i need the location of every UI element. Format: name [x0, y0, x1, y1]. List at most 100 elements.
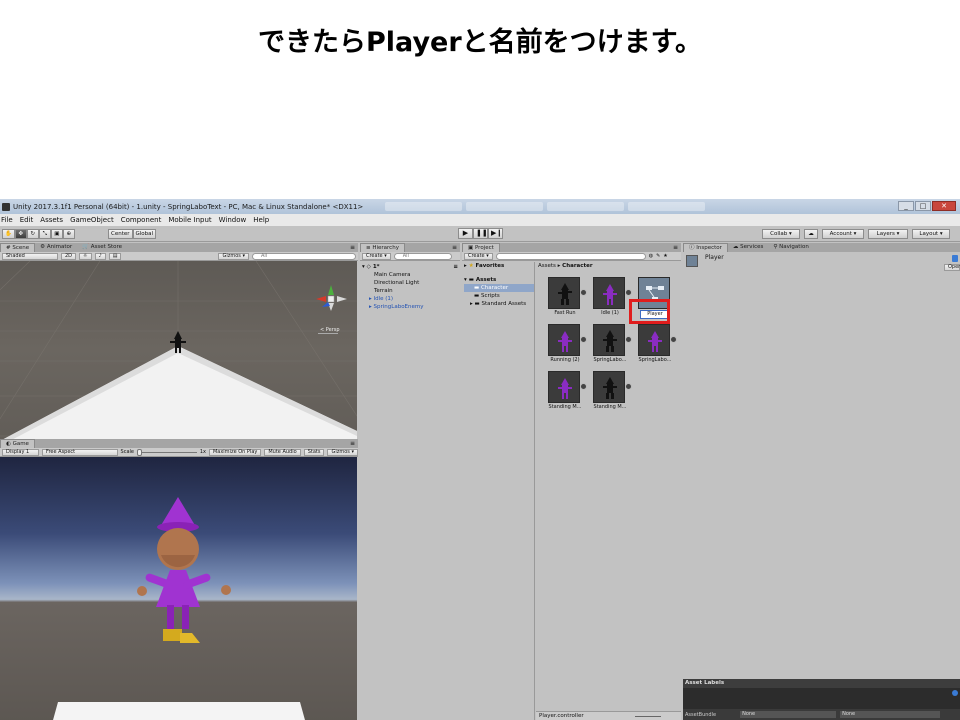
hierarchy-search-input[interactable]: All: [393, 252, 452, 260]
shading-dropdown[interactable]: Shaded: [2, 252, 58, 260]
help-book-icon[interactable]: [952, 255, 958, 262]
breadcrumb-assets[interactable]: Assets: [538, 263, 556, 269]
favorite-icon[interactable]: ★: [663, 253, 667, 259]
menu-window[interactable]: Window: [219, 216, 247, 224]
assets-folder[interactable]: ▾ ▬ Assets: [464, 276, 534, 284]
asset-fast-run[interactable]: Fast Run: [548, 277, 587, 316]
game-menu-icon[interactable]: ≡: [350, 439, 358, 448]
project-tree: ▸ ★ Favorites ▾ ▬ Assets ▬ Character ▬ S…: [462, 262, 535, 720]
project-create-button[interactable]: Create ▾: [464, 252, 493, 260]
tab-inspector[interactable]: ⓘ Inspector: [683, 243, 728, 252]
asset-idle-1[interactable]: Idle (1): [593, 277, 632, 316]
scene-root-row[interactable]: ▾ ◇ 1* ≡: [362, 263, 458, 271]
filter-label-icon[interactable]: ✎: [656, 253, 660, 259]
minimize-button[interactable]: _: [898, 201, 914, 211]
persp-label[interactable]: < Persp: [320, 327, 340, 333]
rect-tool-icon[interactable]: ▣: [50, 229, 63, 239]
mute-audio-toggle[interactable]: Mute Audio: [264, 448, 301, 456]
pivot-global-button[interactable]: Global: [132, 229, 157, 239]
menu-mobile-input[interactable]: Mobile Input: [168, 216, 211, 224]
breadcrumb-character[interactable]: Character: [562, 263, 592, 269]
game-gizmos-dropdown[interactable]: Gizmos ▾: [327, 448, 358, 456]
hierarchy-toolbar: Create ▾ All: [360, 252, 460, 261]
right-toolbar: Collab ▾ ☁ Account ▾ Layers ▾ Layout ▾: [762, 229, 950, 239]
cloud-icon[interactable]: ☁: [804, 229, 818, 239]
hand-tool-icon[interactable]: ✋: [2, 229, 15, 239]
scale-tool-icon[interactable]: ⤡: [38, 229, 51, 239]
audio-toggle-icon[interactable]: ♪: [94, 252, 106, 260]
menu-gameobject[interactable]: GameObject: [70, 216, 114, 224]
tab-project[interactable]: ▣ Project: [462, 243, 500, 252]
play-icon[interactable]: ▶: [458, 228, 473, 239]
display-dropdown[interactable]: Display 1: [2, 448, 39, 456]
menu-file[interactable]: File: [1, 216, 13, 224]
account-button[interactable]: Account ▾: [822, 229, 864, 239]
step-icon[interactable]: ▶❙: [488, 228, 503, 239]
hierarchy-item[interactable]: Terrain: [362, 287, 458, 295]
pivot-center-button[interactable]: Center: [108, 229, 133, 239]
tab-services[interactable]: ☁ Services: [728, 243, 768, 252]
rotate-tool-icon[interactable]: ↻: [26, 229, 39, 239]
tree-folder-scripts[interactable]: ▬ Scripts: [464, 292, 534, 300]
hierarchy-menu-icon[interactable]: ≡: [452, 243, 460, 252]
project-search-input[interactable]: [495, 252, 646, 260]
character-figure: [137, 497, 231, 643]
close-button[interactable]: ✕: [932, 201, 956, 211]
asset-variant-dropdown[interactable]: None: [840, 711, 941, 718]
asset-springlabo-1[interactable]: SpringLabo...: [593, 324, 632, 363]
transform-tool-icon[interactable]: ⊕: [62, 229, 75, 239]
aspect-dropdown[interactable]: Free Aspect: [41, 448, 118, 456]
2d-toggle[interactable]: 2D: [61, 252, 77, 260]
lighting-toggle-icon[interactable]: ☼: [79, 252, 92, 260]
menu-edit[interactable]: Edit: [20, 216, 34, 224]
window-title: Unity 2017.3.1f1 Personal (64bit) - 1.un…: [13, 202, 364, 211]
pause-icon[interactable]: ❚❚: [473, 228, 488, 239]
favorites-folder[interactable]: ▸ ★ Favorites: [464, 262, 534, 270]
tree-folder-standard-assets[interactable]: ▸ ▬ Standard Assets: [464, 300, 534, 308]
expand-icon: [580, 289, 587, 296]
menu-component[interactable]: Component: [121, 216, 162, 224]
game-viewport[interactable]: [0, 457, 357, 720]
open-button[interactable]: Open: [944, 264, 960, 271]
thumbnail-size-slider[interactable]: [635, 716, 661, 717]
asset-springlabo-2[interactable]: SpringLabo...: [638, 324, 677, 363]
tab-game[interactable]: ◐ Game: [0, 439, 35, 448]
scene-search-input[interactable]: All: [252, 252, 356, 260]
maximize-button[interactable]: □: [915, 201, 931, 211]
hierarchy-item-prefab[interactable]: ▸ Idle (1): [362, 295, 458, 303]
tab-animator[interactable]: ⚙ Animator: [35, 243, 77, 252]
effects-toggle-icon[interactable]: ▤: [108, 252, 122, 260]
hierarchy-item-prefab[interactable]: ▸ SpringLaboEnemy: [362, 303, 458, 311]
asset-running-2[interactable]: Running (2): [548, 324, 587, 363]
tab-scene[interactable]: # Scene: [0, 243, 36, 252]
collab-button[interactable]: Collab ▾: [762, 229, 800, 239]
scale-label: Scale: [120, 449, 134, 455]
layout-button[interactable]: Layout ▾: [912, 229, 950, 239]
scale-slider[interactable]: [136, 448, 197, 456]
stats-toggle[interactable]: Stats: [303, 448, 325, 456]
hierarchy-item[interactable]: Main Camera: [362, 271, 458, 279]
menu-help[interactable]: Help: [253, 216, 269, 224]
filter-type-icon[interactable]: ◍: [649, 253, 653, 259]
asset-standing-1[interactable]: Standing M...: [548, 371, 587, 410]
maximize-on-play-toggle[interactable]: Maximize On Play: [208, 448, 262, 456]
layers-button[interactable]: Layers ▾: [868, 229, 908, 239]
tab-hierarchy[interactable]: ≡ Hierarchy: [360, 243, 405, 252]
asset-bundle-dropdown[interactable]: None: [740, 711, 837, 718]
scene-gizmos-dropdown[interactable]: Gizmos ▾: [218, 252, 249, 260]
panel-menu-icon[interactable]: ≡: [350, 243, 358, 252]
hierarchy-create-button[interactable]: Create ▾: [362, 252, 391, 260]
label-tag-icon[interactable]: [952, 690, 958, 696]
scale-slider-handle[interactable]: [136, 448, 142, 456]
hierarchy-list: ▾ ◇ 1* ≡ Main Camera Directional Light Te…: [362, 263, 458, 311]
asset-standing-2[interactable]: Standing M...: [593, 371, 632, 410]
tab-asset-store[interactable]: 🛒 Asset Store: [77, 243, 127, 252]
slide-title: できたらPlayerと名前をつけます。: [258, 27, 702, 58]
tree-folder-character[interactable]: ▬ Character: [464, 284, 534, 292]
menu-assets[interactable]: Assets: [40, 216, 63, 224]
move-tool-icon[interactable]: ✥: [14, 229, 27, 239]
menu-bar: File Edit Assets GameObject Component Mo…: [0, 214, 960, 226]
hierarchy-item[interactable]: Directional Light: [362, 279, 458, 287]
project-menu-icon[interactable]: ≡: [673, 243, 681, 252]
tab-navigation[interactable]: ⚲ Navigation: [768, 243, 813, 252]
